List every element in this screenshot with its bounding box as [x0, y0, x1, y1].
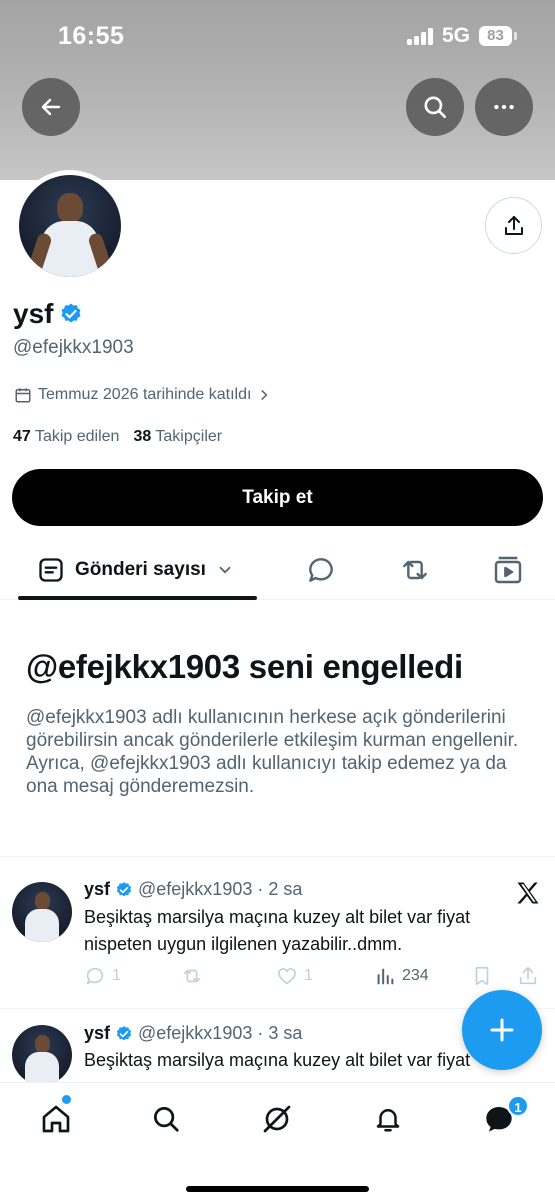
home-notification-dot [62, 1095, 71, 1104]
profile-handle: @efejkkx1903 [13, 337, 134, 358]
tab-reposts[interactable] [398, 554, 432, 591]
arrow-left-icon [41, 98, 61, 116]
blocked-description: @efejkkx1903 adlı kullanıcının herkese a… [26, 707, 519, 797]
tweet-header: ysf @efejkkx1903 · 2 sa [84, 879, 302, 900]
calendar-icon [15, 388, 31, 403]
bar-chart-icon [377, 968, 394, 985]
compose-button[interactable] [462, 990, 542, 1070]
grok-icon [263, 1105, 291, 1133]
share-action[interactable] [517, 965, 539, 987]
tweet-author-name: ysf [84, 1023, 111, 1043]
back-button[interactable] [22, 78, 80, 136]
avatar-image [19, 175, 121, 277]
tweet-author-handle: @efejkkx1903 [138, 1023, 253, 1043]
more-icon [494, 104, 514, 110]
tab-media[interactable] [492, 554, 524, 591]
tweet-author-handle: @efejkkx1903 [138, 879, 253, 899]
posts-tab-icon [39, 558, 63, 582]
views-action[interactable]: 234 [374, 965, 429, 987]
reply-count: 1 [112, 967, 121, 984]
follow-stats: 47 Takip edilen 38 Takipçiler [13, 428, 222, 446]
tab-posts-label: Gönderi sayısı [75, 559, 206, 580]
plus-icon [490, 1018, 514, 1042]
chevron-down-icon [219, 566, 231, 574]
repost-icon [403, 560, 427, 580]
verified-badge-icon [61, 303, 81, 323]
network-label: 5G [442, 24, 471, 47]
nav-home[interactable] [36, 1099, 76, 1139]
profile-name: ysf [13, 298, 54, 329]
tab-posts[interactable]: Gönderi sayısı [37, 556, 234, 584]
profile-name-row: ysf [13, 298, 83, 330]
profile-tabs: Gönderi sayısı [0, 540, 555, 600]
tweet-time: · 2 sa [257, 879, 303, 899]
tweet-text: Beşiktaş marsilya maçına kuzey alt bilet… [84, 907, 471, 954]
home-indicator [186, 1186, 369, 1192]
like-count: 1 [304, 967, 313, 984]
reply-action[interactable]: 1 [84, 965, 121, 987]
repost-icon [183, 969, 201, 983]
verified-badge-icon [116, 1025, 132, 1040]
followers-label: Takipçiler [155, 428, 223, 445]
followers-count: 38 [133, 428, 152, 445]
status-bar: 16:55 5G 83 [0, 0, 555, 72]
home-icon [42, 1105, 70, 1133]
tweet-author-name: ysf [84, 879, 111, 899]
like-action[interactable]: 1 [276, 965, 313, 987]
divider [0, 856, 555, 857]
joined-label: Temmuz 2026 tarihinde katıldı [38, 386, 252, 403]
messages-badge: 1 [507, 1095, 529, 1117]
verified-badge-icon [116, 881, 132, 896]
share-button[interactable] [485, 197, 542, 254]
chevron-right-icon [261, 390, 268, 400]
search-icon [424, 96, 447, 119]
nav-notifications[interactable] [368, 1099, 408, 1139]
status-time: 16:55 [58, 22, 125, 50]
search-button[interactable] [406, 78, 464, 136]
reply-bubble-icon [309, 558, 333, 582]
repost-action[interactable] [179, 965, 205, 987]
share-icon [519, 966, 537, 985]
blocked-title: @efejkkx1903 seni engelledi [26, 648, 463, 685]
followers-link[interactable]: 38 Takipçiler [133, 428, 222, 446]
share-icon [504, 215, 523, 235]
x-logo-icon [514, 879, 542, 912]
tweet-header: ysf @efejkkx1903 · 3 sa [84, 1023, 302, 1044]
follow-button[interactable]: Takip et [12, 469, 543, 526]
tweet-actions: 1 1 234 [84, 965, 544, 989]
following-label: Takip edilen [34, 428, 120, 445]
profile-avatar[interactable] [14, 170, 126, 282]
tweet-avatar[interactable] [12, 1025, 72, 1085]
nav-search[interactable] [146, 1099, 186, 1139]
tweet-time: · 3 sa [257, 1023, 303, 1043]
video-icon [494, 556, 522, 584]
bell-icon [376, 1109, 400, 1132]
bookmark-action[interactable] [471, 965, 493, 987]
heart-icon [277, 968, 297, 985]
nav-grok[interactable] [257, 1099, 297, 1139]
signal-icon [407, 28, 435, 45]
tweet-avatar[interactable] [12, 882, 72, 942]
following-count: 47 [13, 428, 31, 445]
more-button[interactable] [475, 78, 533, 136]
tab-replies[interactable] [305, 554, 337, 591]
following-link[interactable]: 47 Takip edilen [13, 428, 119, 446]
search-icon [154, 1107, 179, 1132]
joined-date[interactable]: Temmuz 2026 tarihinde katıldı [14, 386, 271, 404]
bookmark-icon [475, 966, 489, 986]
reply-icon [86, 967, 104, 985]
active-tab-indicator [18, 596, 257, 600]
bottom-nav: 1 [0, 1082, 555, 1200]
view-count: 234 [402, 967, 429, 984]
battery-tip [514, 32, 517, 40]
battery-icon: 83 [479, 26, 512, 46]
